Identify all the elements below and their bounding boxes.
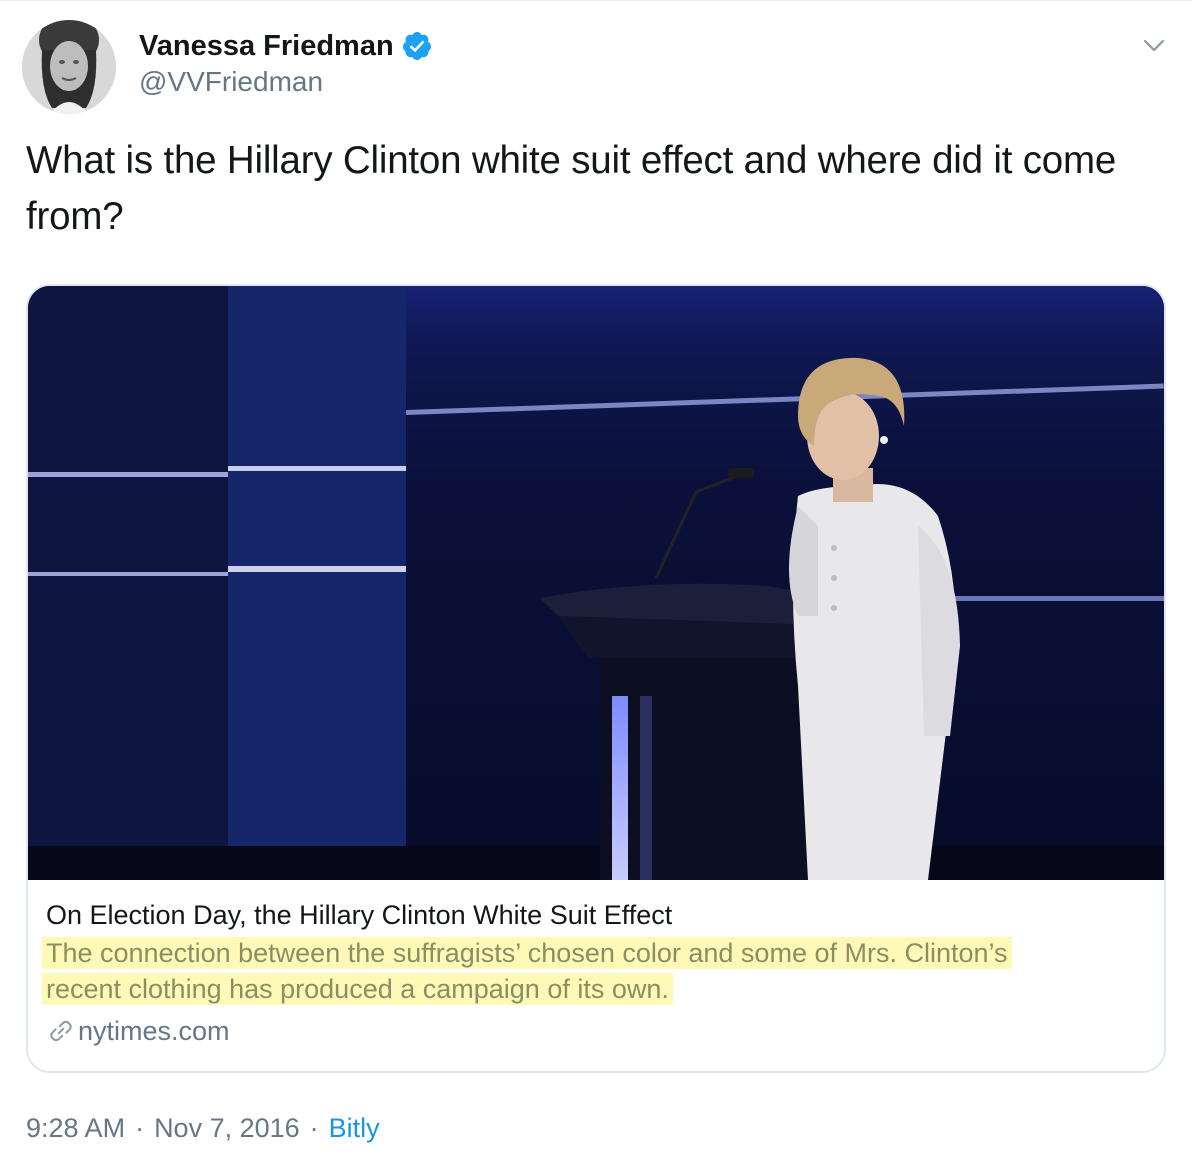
tweet-text: What is the Hillary Clinton white suit e… (26, 139, 1117, 238)
divider (0, 0, 1192, 1)
verified-badge-icon (401, 30, 433, 62)
card-domain-text[interactable]: nytimes.com (78, 1015, 230, 1047)
link-icon (48, 1018, 74, 1044)
card-body[interactable]: On Election Day, the Hillary Clinton Whi… (28, 880, 1164, 1071)
link-card[interactable]: On Election Day, the Hillary Clinton Whi… (26, 284, 1166, 1073)
card-image[interactable] (28, 286, 1164, 880)
tweet-date[interactable]: Nov 7, 2016 (154, 1112, 300, 1144)
meta-separator: · (309, 1113, 319, 1143)
author-name[interactable]: Vanessa Friedman (139, 29, 433, 63)
chevron-down-icon (1143, 39, 1165, 52)
tweet-time[interactable]: 9:28 AM (26, 1112, 125, 1144)
card-description: The connection between the suffragists’ … (42, 935, 1102, 1007)
card-domain[interactable]: nytimes.com (48, 1015, 230, 1047)
author-handle[interactable]: @VVFriedman (139, 66, 323, 98)
more-options-button[interactable] (1138, 30, 1170, 62)
tweet-source-link[interactable]: Bitly (329, 1112, 380, 1144)
avatar[interactable] (22, 20, 116, 114)
tweet: Vanessa Friedman @VVFriedman What is the… (0, 0, 1192, 1172)
tweet-meta: 9:28 AM · Nov 7, 2016 · Bitly (26, 1112, 380, 1144)
card-description-line-1: The connection between the suffragists’ … (42, 937, 1012, 969)
meta-separator: · (135, 1113, 145, 1143)
card-description-line-2: recent clothing has produced a campaign … (42, 973, 673, 1005)
card-title[interactable]: On Election Day, the Hillary Clinton Whi… (46, 899, 672, 931)
author-name-text[interactable]: Vanessa Friedman (139, 29, 394, 63)
